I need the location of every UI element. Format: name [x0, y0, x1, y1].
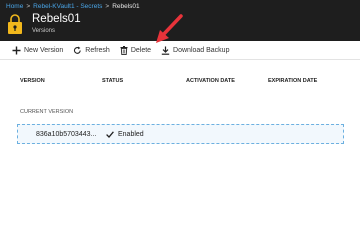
table-header: VERSION STATUS ACTIVATION DATE EXPIRATIO… [0, 76, 360, 86]
status-text: Enabled [118, 130, 144, 138]
blade-header: Home > Rebel-KVault1 - Secrets > Rebels0… [0, 0, 360, 41]
page-subtitle: Versions [32, 28, 56, 34]
checkmark-icon [106, 130, 114, 138]
download-backup-button[interactable]: Download Backup [161, 46, 229, 55]
column-status: STATUS [102, 78, 124, 84]
download-icon [161, 46, 170, 55]
status-cell: Enabled [106, 131, 144, 138]
breadcrumb-separator: > [105, 3, 110, 10]
refresh-label: Refresh [85, 46, 110, 54]
refresh-button[interactable]: Refresh [73, 46, 110, 55]
breadcrumb-separator: > [26, 3, 31, 10]
new-version-button[interactable]: New Version [12, 46, 63, 55]
breadcrumb: Home > Rebel-KVault1 - Secrets > Rebels0… [6, 2, 140, 11]
command-bar: New Version Refresh Delete Download Back… [0, 41, 360, 60]
download-backup-label: Download Backup [173, 46, 230, 54]
page-title: Rebels01 [32, 13, 81, 25]
breadcrumb-home[interactable]: Home [6, 3, 23, 10]
version-id: 836a10b5703443... [36, 130, 97, 138]
key-icon [8, 14, 22, 34]
breadcrumb-current: Rebels01 [112, 3, 140, 10]
column-activation-date: ACTIVATION DATE [186, 78, 235, 84]
plus-icon [12, 46, 21, 54]
column-version: VERSION [20, 78, 45, 84]
column-expiration-date: EXPIRATION DATE [268, 78, 318, 84]
refresh-icon [74, 46, 82, 54]
current-version-label: CURRENT VERSION [20, 109, 74, 115]
delete-label: Delete [130, 46, 152, 54]
delete-button[interactable]: Delete [120, 45, 152, 55]
trash-icon [120, 45, 128, 55]
new-version-label: New Version [24, 46, 64, 54]
table-row[interactable]: 836a10b5703443... Enabled [17, 124, 344, 144]
breadcrumb-secrets[interactable]: Rebel-KVault1 - Secrets [33, 3, 102, 10]
